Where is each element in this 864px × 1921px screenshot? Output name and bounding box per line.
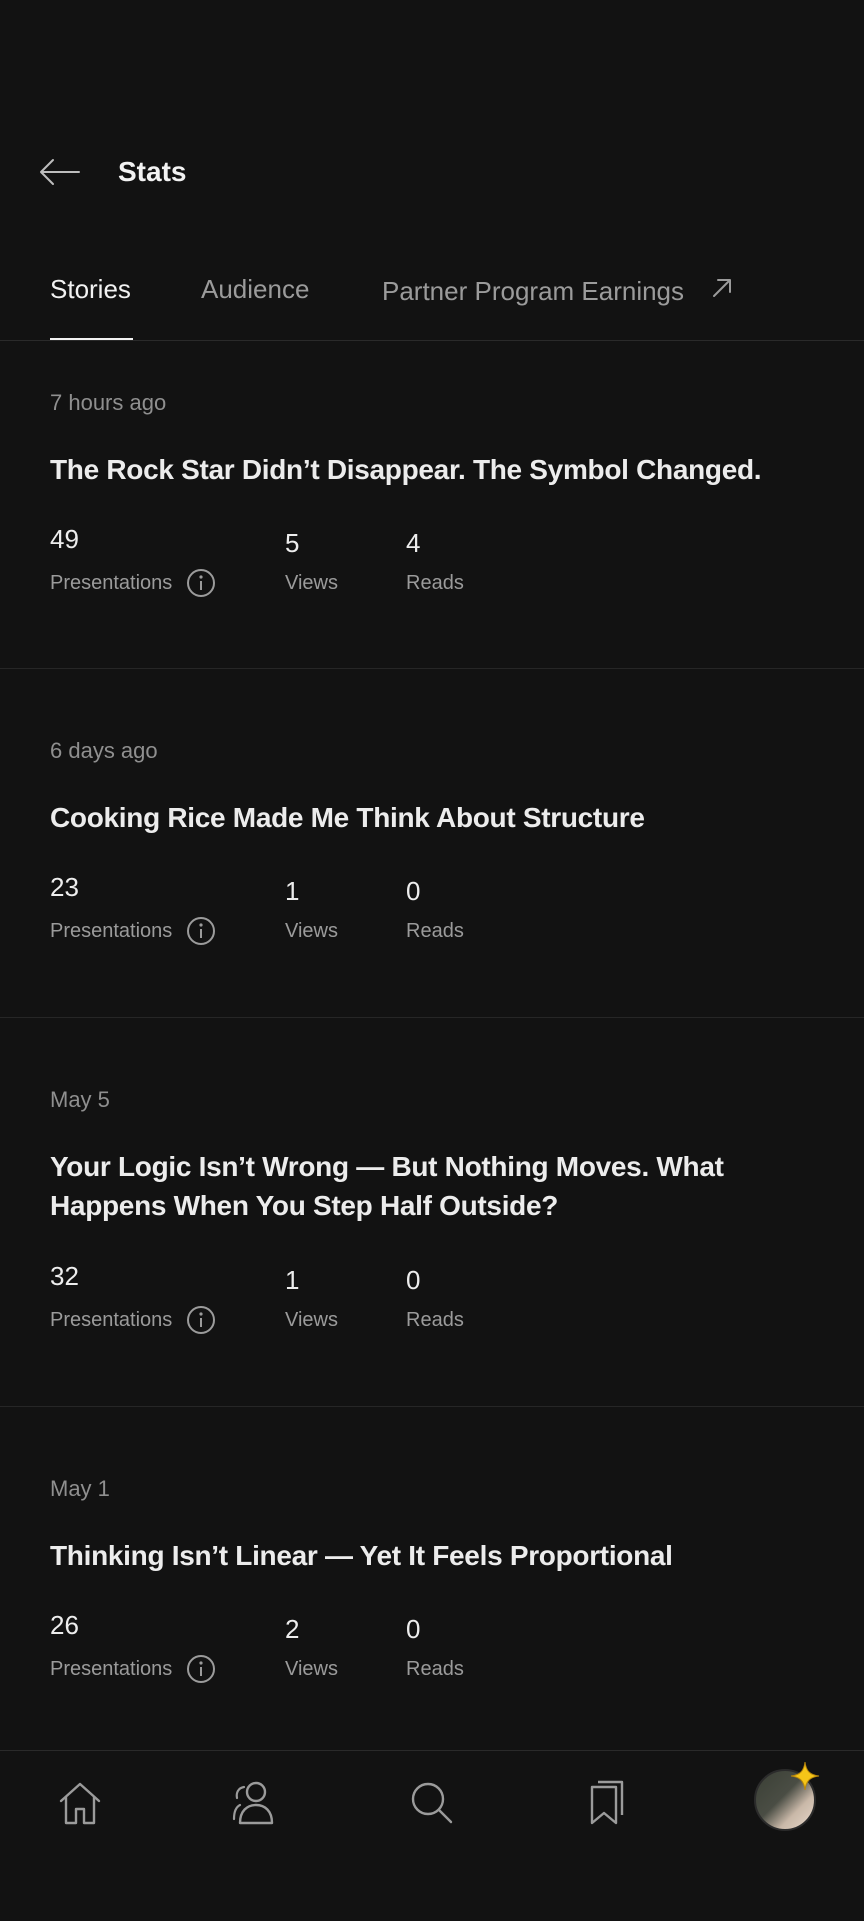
story-item[interactable]: May 1 Thinking Isn’t Linear — Yet It Fee…: [0, 1406, 864, 1750]
reads-label: Reads: [406, 1658, 464, 1680]
story-title[interactable]: Your Logic Isn’t Wrong — But Nothing Mov…: [50, 1147, 810, 1225]
tab-stories[interactable]: Stories: [50, 274, 131, 305]
presentations-label: Presentations: [50, 572, 173, 594]
home-icon: [59, 1782, 101, 1825]
views-label: Views: [285, 920, 338, 942]
views-count: 5: [285, 528, 300, 558]
story-item[interactable]: May 5 Your Logic Isn’t Wrong — But Nothi…: [0, 1017, 864, 1407]
nav-search[interactable]: [402, 1773, 462, 1833]
sparkle-icon: [790, 1761, 820, 1791]
reads-label: Reads: [406, 1309, 464, 1331]
info-icon[interactable]: [186, 568, 216, 598]
views-count: 1: [285, 1265, 300, 1295]
story-date: May 1: [50, 1476, 110, 1501]
views-count: 1: [285, 876, 300, 906]
header: Stats: [0, 140, 864, 210]
presentations-label: Presentations: [50, 1309, 173, 1331]
following-icon: [232, 1781, 274, 1825]
presentations-count: 26: [50, 1610, 79, 1640]
reads-count: 0: [406, 876, 421, 906]
story-date: 7 hours ago: [50, 390, 167, 415]
presentations-label: Presentations: [50, 1658, 173, 1680]
reads-label: Reads: [406, 572, 464, 594]
info-icon[interactable]: [186, 1654, 216, 1684]
story-title[interactable]: The Rock Star Didn’t Disappear. The Symb…: [50, 450, 810, 489]
page-title: Stats: [118, 156, 187, 187]
bottom-navigation: [0, 1750, 864, 1921]
views-label: Views: [285, 572, 338, 594]
tab-bar: Stories Audience Partner Program Earning…: [0, 260, 864, 341]
bookmarks-icon: [590, 1780, 624, 1825]
reads-count: 4: [406, 528, 421, 558]
nav-home[interactable]: [50, 1773, 110, 1833]
presentations-count: 23: [50, 872, 79, 902]
info-icon[interactable]: [186, 916, 216, 946]
nav-following[interactable]: [225, 1773, 285, 1833]
search-icon: [411, 1782, 453, 1824]
arrow-left-icon: [40, 159, 80, 185]
tab-audience[interactable]: Audience: [201, 274, 309, 305]
views-label: Views: [285, 1309, 338, 1331]
reads-count: 0: [406, 1265, 421, 1295]
nav-bookmarks[interactable]: [576, 1773, 636, 1833]
story-item[interactable]: 6 days ago Cooking Rice Made Me Think Ab…: [0, 668, 864, 1018]
reads-label: Reads: [406, 920, 464, 942]
presentations-count: 49: [50, 524, 79, 554]
story-title[interactable]: Cooking Rice Made Me Think About Structu…: [50, 798, 810, 837]
story-date: May 5: [50, 1087, 110, 1112]
external-link-icon[interactable]: [708, 274, 736, 302]
story-item[interactable]: 7 hours ago The Rock Star Didn’t Disappe…: [0, 340, 864, 669]
views-label: Views: [285, 1658, 338, 1680]
reads-count: 0: [406, 1614, 421, 1644]
tab-partner-program-earnings[interactable]: Partner Program Earnings: [382, 276, 684, 307]
back-button[interactable]: [34, 152, 84, 192]
presentations-count: 32: [50, 1261, 79, 1291]
story-date: 6 days ago: [50, 738, 158, 763]
info-icon[interactable]: [186, 1305, 216, 1335]
views-count: 2: [285, 1614, 300, 1644]
story-title[interactable]: Thinking Isn’t Linear — Yet It Feels Pro…: [50, 1536, 810, 1575]
presentations-label: Presentations: [50, 920, 173, 942]
